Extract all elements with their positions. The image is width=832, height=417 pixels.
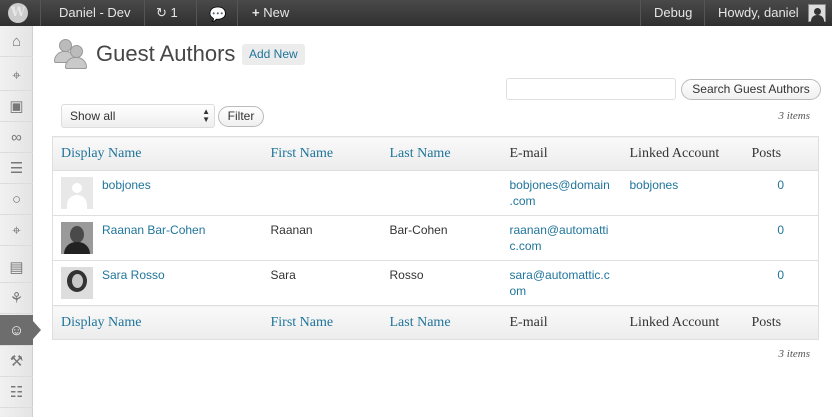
divider [40,0,41,26]
footer-column-posts: Posts [743,305,819,340]
email-link[interactable]: sara@automattic.c om [510,268,610,298]
first-name-cell: Raanan [262,215,382,261]
search-input[interactable] [506,78,676,100]
main-content: Guest Authors Add New Search Guest Autho… [34,26,832,417]
howdy-link[interactable]: Howdy, daniel [718,0,799,26]
avatar [61,177,93,209]
plugins-icon[interactable]: ⚘ [0,283,33,314]
last-name-cell: Bar-Cohen [381,215,502,261]
plus-icon: + [252,5,260,20]
admin-bar: W Daniel - Dev ↻ 1 💬 + New Debug Howdy, … [0,0,832,26]
guest-authors-table: Display Name First Name Last Name E-mail… [52,136,819,340]
last-name-cell: Rosso [381,260,502,306]
updates-count: 1 [170,5,178,20]
table-header-row: Display Name First Name Last Name E-mail… [52,136,819,171]
filter-select-value: Show all [70,109,116,123]
select-arrows-icon: ▲ ▼ [202,107,210,124]
footer-column-last-name[interactable]: Last Name [381,305,502,340]
table-row: bobjones bobjones@domain .com bobjones 0 [52,170,819,216]
footer-column-first-name[interactable]: First Name [262,305,382,340]
column-first-name[interactable]: First Name [262,136,382,171]
admin-sidebar: ⌂ ⌖ ▣ ∞ ☰ ○ ⌖ ▤ ⚘ ☺ ⚒ ☷ [0,26,41,417]
table-row: Sara Rosso Sara Rosso sara@automattic.c o… [52,260,819,306]
settings-icon[interactable]: ☷ [0,377,33,408]
column-last-name[interactable]: Last Name [381,136,502,171]
author-name-link[interactable]: Sara Rosso [102,267,165,299]
column-posts: Posts [743,136,819,171]
links-icon[interactable]: ∞ [0,122,33,153]
author-name-link[interactable]: bobjones [102,177,151,209]
divider [640,0,641,26]
items-count-top: 3 items [778,110,810,122]
wordpress-logo-icon[interactable]: W [8,3,28,23]
comments-icon[interactable]: ○ [0,184,33,215]
pages-icon[interactable]: ☰ [0,153,33,184]
first-name-cell: Sara [262,260,382,306]
divider [704,0,705,26]
column-display-name[interactable]: Display Name [52,136,263,171]
appearance-icon[interactable]: ▤ [0,252,33,283]
updates-link[interactable]: ↻ 1 [156,0,178,26]
column-email: E-mail [501,136,622,171]
divider [196,0,197,26]
new-label: New [263,5,290,20]
dashboard-icon[interactable]: ⌂ [0,26,33,57]
filter-select[interactable]: Show all ▲ ▼ [61,104,215,128]
new-content-link[interactable]: + New [252,0,289,26]
pin-icon[interactable]: ⌖ [0,215,33,246]
column-linked-account: Linked Account [621,136,744,171]
posts-pin-icon[interactable]: ⌖ [0,60,33,91]
table-footer-row: Display Name First Name Last Name E-mail… [52,305,819,340]
debug-link[interactable]: Debug [654,0,692,26]
page-title: Guest Authors [96,41,236,66]
avatar [61,267,93,299]
email-link[interactable]: bobjones@domain .com [510,178,610,208]
divider [144,0,145,26]
refresh-icon: ↻ [156,5,167,20]
search-guest-authors-button[interactable]: Search Guest Authors [681,79,821,100]
divider [237,0,238,26]
guest-authors-icon [54,39,88,71]
author-name-link[interactable]: Raanan Bar-Cohen [102,222,205,254]
first-name-cell [262,170,382,216]
posts-count-link[interactable]: 0 [777,268,784,282]
posts-count-link[interactable]: 0 [777,178,784,192]
tools-icon[interactable]: ⚒ [0,346,33,377]
table-row: Raanan Bar-Cohen Raanan Bar-Cohen raanan… [52,215,819,261]
users-icon[interactable]: ☺ [0,315,41,346]
last-name-cell [381,170,502,216]
user-avatar[interactable] [808,4,826,22]
linked-account-link[interactable]: bobjones [630,178,679,192]
items-count-bottom: 3 items [778,348,810,360]
comments-icon[interactable]: 💬 [209,1,226,27]
site-name-link[interactable]: Daniel - Dev [59,0,131,26]
footer-column-email: E-mail [501,305,622,340]
add-new-button[interactable]: Add New [242,44,305,65]
posts-count-link[interactable]: 0 [777,223,784,237]
avatar [61,222,93,254]
footer-column-display-name[interactable]: Display Name [52,305,263,340]
footer-column-linked-account: Linked Account [621,305,744,340]
email-link[interactable]: raanan@automatti c.com [510,223,609,253]
media-icon[interactable]: ▣ [0,91,33,122]
filter-button[interactable]: Filter [218,106,264,127]
